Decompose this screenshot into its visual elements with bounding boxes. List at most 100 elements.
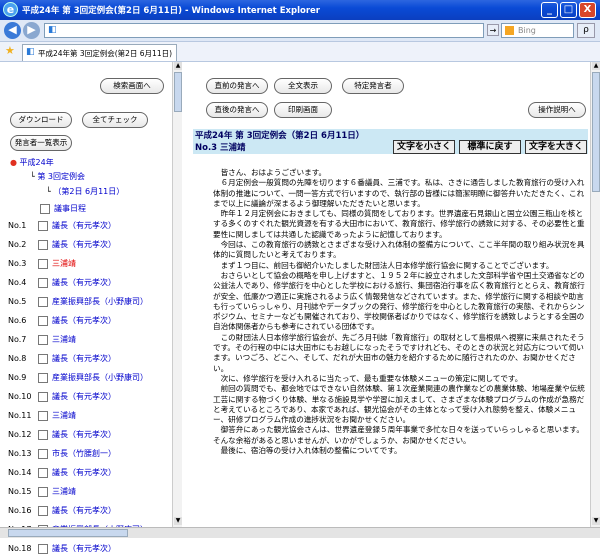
next-speech-button[interactable]: 直後の発言へ <box>206 102 268 118</box>
list-item[interactable]: No.6 議長（有元孝次） <box>8 315 116 326</box>
scroll-down-icon[interactable]: ▼ <box>592 517 600 525</box>
refresh-arrow-icon[interactable]: → <box>487 24 499 36</box>
list-item[interactable]: No.15 三浦靖 <box>8 486 76 497</box>
full-text-button[interactable]: 全文表示 <box>274 78 332 94</box>
back-arrow-icon[interactable]: ◀ <box>4 22 21 39</box>
item-label[interactable]: 市長（竹腰創一） <box>52 449 116 458</box>
list-item[interactable]: No.11 三浦靖 <box>8 410 76 421</box>
item-checkbox[interactable] <box>38 467 48 478</box>
list-item[interactable]: No.13 市長（竹腰創一） <box>8 448 116 459</box>
item-label[interactable]: 議長（有元孝次） <box>52 392 116 401</box>
download-button[interactable]: ダウンロード <box>10 112 72 128</box>
print-screen-button[interactable]: 印刷画面 <box>274 102 332 118</box>
scroll-thumb[interactable] <box>8 529 128 537</box>
item-checkbox[interactable] <box>38 258 48 269</box>
list-item[interactable]: No.5 産業振興部長（小野康司） <box>8 296 148 307</box>
item-number: No.7 <box>8 335 27 344</box>
scroll-up-icon[interactable]: ▲ <box>174 62 182 70</box>
minimize-button[interactable]: _ <box>541 2 558 18</box>
item-number: No.16 <box>8 506 32 515</box>
item-label[interactable]: 産業振興部長（小野康司） <box>52 297 148 306</box>
item-label[interactable]: 議長（有元孝次） <box>52 430 116 439</box>
item-label[interactable]: 三浦靖 <box>52 335 76 344</box>
item-checkbox[interactable] <box>38 353 48 364</box>
maximize-button[interactable]: □ <box>560 2 577 18</box>
list-item[interactable]: No.7 三浦靖 <box>8 334 76 345</box>
close-button[interactable]: X <box>579 2 596 18</box>
item-label[interactable]: 三浦靖 <box>52 259 76 268</box>
item-label[interactable]: 三浦靖 <box>52 487 76 496</box>
item-checkbox[interactable] <box>38 277 48 288</box>
item-label[interactable]: 議長（有元孝次） <box>52 221 116 230</box>
item-checkbox[interactable] <box>38 315 48 326</box>
scroll-up-icon[interactable]: ▲ <box>592 62 600 70</box>
text-larger-button[interactable]: 文字を大きく <box>525 140 587 154</box>
scroll-thumb[interactable] <box>592 72 600 192</box>
item-number: No.18 <box>8 544 32 553</box>
tree-year-label: 平成24年 <box>19 158 54 167</box>
item-label[interactable]: 議長（有元孝次） <box>52 468 116 477</box>
search-button[interactable]: ρ <box>577 23 595 38</box>
list-item[interactable]: No.12 議長（有元孝次） <box>8 429 116 440</box>
list-item[interactable]: No.8 議長（有元孝次） <box>8 353 116 364</box>
search-input[interactable]: Bing <box>501 23 574 38</box>
favorites-star-icon[interactable]: ★ <box>5 45 15 57</box>
sidebar: 検索画面へ ダウンロード 全てチェック 発言者一覧表示 ● 平成24年 └ 第 … <box>0 62 182 554</box>
list-item[interactable]: No.10 議長（有元孝次） <box>8 391 116 402</box>
item-checkbox[interactable] <box>38 334 48 345</box>
list-item[interactable]: No.1 議長（有元孝次） <box>8 220 116 231</box>
speech-paragraph: 次に、修学旅行を受け入れるに当たって、最も重要な体験メニューの策定に関してです。 <box>220 373 523 383</box>
item-label[interactable]: 議長（有元孝次） <box>52 278 116 287</box>
item-label[interactable]: 三浦靖 <box>52 411 76 420</box>
address-input[interactable]: ◧ <box>44 23 484 38</box>
item-label[interactable]: 議長（有元孝次） <box>52 316 116 325</box>
list-item[interactable]: No.14 議長（有元孝次） <box>8 467 116 478</box>
tree-day[interactable]: └ （第2日 6月11日） <box>46 186 124 197</box>
scroll-thumb[interactable] <box>174 72 182 112</box>
item-checkbox[interactable] <box>38 391 48 402</box>
item-label[interactable]: 議長（有元孝次） <box>52 240 116 249</box>
check-all-button[interactable]: 全てチェック <box>82 112 148 128</box>
list-item[interactable]: No.9 産業振興部長（小野康司） <box>8 372 148 383</box>
specific-speaker-button[interactable]: 特定発言者 <box>342 78 404 94</box>
item-checkbox[interactable] <box>38 486 48 497</box>
item-checkbox[interactable] <box>38 543 48 554</box>
help-button[interactable]: 操作説明へ <box>528 102 586 118</box>
text-smaller-button[interactable]: 文字を小さく <box>393 140 455 154</box>
search-placeholder: Bing <box>518 26 536 35</box>
item-checkbox[interactable] <box>38 296 48 307</box>
item-label[interactable]: 議長（有元孝次） <box>52 354 116 363</box>
item-checkbox[interactable] <box>38 410 48 421</box>
item-number: No.8 <box>8 354 27 363</box>
tree-session[interactable]: └ 第 3回定例会 <box>30 171 85 182</box>
item-label[interactable]: 議長（有元孝次） <box>52 506 116 515</box>
show-speakers-button[interactable]: 発言者一覧表示 <box>10 135 72 151</box>
item-checkbox[interactable] <box>38 505 48 516</box>
item-checkbox[interactable] <box>38 220 48 231</box>
tree-year[interactable]: ● 平成24年 <box>10 157 54 168</box>
sidebar-scrollbar[interactable]: ▲ ▼ <box>172 62 182 527</box>
item-checkbox[interactable] <box>38 372 48 383</box>
list-item[interactable]: No.2 議長（有元孝次） <box>8 239 116 250</box>
item-checkbox[interactable] <box>38 429 48 440</box>
item-checkbox[interactable] <box>38 448 48 459</box>
prev-speech-button[interactable]: 直前の発言へ <box>206 78 268 94</box>
list-item[interactable]: No.3 三浦靖 <box>8 258 76 269</box>
item-label[interactable]: 産業振興部長（小野康司） <box>52 373 148 382</box>
horizontal-scrollbar[interactable] <box>0 527 600 538</box>
main-scrollbar[interactable]: ▲ ▼ <box>590 62 600 527</box>
item-number: No.9 <box>8 373 27 382</box>
tree-agenda[interactable]: 議事日程 <box>40 203 86 214</box>
list-item[interactable]: No.16 議長（有元孝次） <box>8 505 116 516</box>
list-item[interactable]: No.18 議長（有元孝次） <box>8 543 116 554</box>
text-standard-button[interactable]: 標準に戻す <box>459 140 521 154</box>
scroll-down-icon[interactable]: ▼ <box>174 517 182 525</box>
list-item[interactable]: No.4 議長（有元孝次） <box>8 277 116 288</box>
tab-current[interactable]: ◧ 平成24年第 3回定例会(第2日 6月11日) <box>22 44 177 61</box>
item-label[interactable]: 議長（有元孝次） <box>52 544 116 553</box>
agenda-checkbox[interactable] <box>40 203 50 214</box>
bing-logo-icon <box>505 26 514 35</box>
item-checkbox[interactable] <box>38 239 48 250</box>
search-screen-button[interactable]: 検索画面へ <box>100 78 164 94</box>
forward-arrow-icon[interactable]: ▶ <box>23 22 40 39</box>
